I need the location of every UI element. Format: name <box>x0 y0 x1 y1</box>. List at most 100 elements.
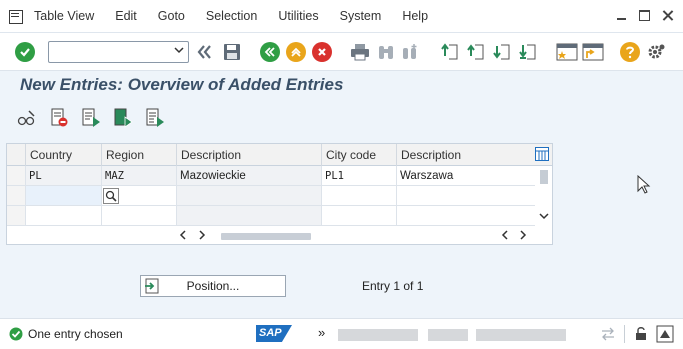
table-row <box>7 186 535 206</box>
collapse-button[interactable] <box>193 41 215 63</box>
display-change-button[interactable] <box>17 108 37 128</box>
select-all-button[interactable] <box>81 108 101 128</box>
save-button[interactable] <box>221 41 243 63</box>
row-selector[interactable] <box>7 186 25 206</box>
cell-city-description[interactable] <box>396 186 535 206</box>
position-button[interactable]: Position... <box>140 275 286 297</box>
app-menu-icon[interactable] <box>9 9 23 24</box>
table-row <box>7 206 535 226</box>
menu-edit[interactable]: Edit <box>115 9 137 23</box>
table-settings-icon[interactable] <box>535 147 551 163</box>
status-details-icon[interactable] <box>656 325 674 346</box>
next-page-button[interactable] <box>491 41 513 63</box>
find-next-button[interactable] <box>399 41 421 63</box>
find-button[interactable] <box>375 41 397 63</box>
deselect-all-icon <box>146 108 164 127</box>
customize-layout-button[interactable] <box>645 41 667 63</box>
window-controls <box>616 10 673 21</box>
delete-row-icon <box>51 108 68 127</box>
page-title: New Entries: Overview of Added Entries <box>20 75 344 94</box>
create-session-button[interactable] <box>556 41 578 63</box>
help-icon <box>620 42 640 62</box>
first-page-icon <box>441 43 458 60</box>
help-button[interactable] <box>619 41 641 63</box>
cell-region[interactable] <box>101 186 176 206</box>
sap-logo: SAP <box>256 325 292 342</box>
cell-city-code[interactable] <box>321 186 396 206</box>
success-icon <box>9 327 23 341</box>
last-page-button[interactable] <box>517 41 539 63</box>
status-message[interactable]: One entry chosen <box>28 327 123 341</box>
checkmark-icon <box>15 42 35 62</box>
scroll-thumb[interactable] <box>221 233 311 240</box>
print-button[interactable] <box>349 41 371 63</box>
exit-button[interactable] <box>285 41 307 63</box>
cell-country[interactable]: PL <box>25 166 101 186</box>
scroll-left-icon[interactable] <box>179 230 187 243</box>
menu-help[interactable]: Help <box>402 9 428 23</box>
generate-shortcut-button[interactable] <box>582 41 604 63</box>
column-header-description[interactable]: Description <box>176 144 321 166</box>
cell-city-description[interactable] <box>396 206 535 226</box>
cell-region[interactable]: MAZ <box>101 166 176 186</box>
select-block-icon <box>114 108 133 128</box>
cell-city-code[interactable]: PL1 <box>321 166 396 186</box>
row-selector[interactable] <box>7 206 25 226</box>
search-icon <box>105 190 117 202</box>
enter-button[interactable] <box>14 41 36 63</box>
command-field[interactable] <box>48 41 189 63</box>
binoculars-icon <box>379 46 393 59</box>
scroll-thumb[interactable] <box>540 170 548 184</box>
column-header-city-code[interactable]: City code <box>321 144 396 166</box>
scroll-right-icon[interactable] <box>519 230 527 243</box>
last-page-icon <box>519 44 536 60</box>
maximize-icon[interactable] <box>639 10 650 21</box>
select-all-rows[interactable] <box>7 144 25 166</box>
vertical-scrollbar[interactable] <box>537 167 551 225</box>
floppy-disk-icon <box>224 44 240 60</box>
value-help-button[interactable] <box>103 188 119 204</box>
standard-toolbar <box>0 33 683 71</box>
previous-page-button[interactable] <box>465 41 487 63</box>
column-header-city-description[interactable]: Description <box>396 144 535 166</box>
cell-city-description[interactable]: Warszawa <box>396 166 535 186</box>
minimize-icon[interactable] <box>616 10 627 21</box>
application-toolbar <box>0 104 683 132</box>
column-header-country[interactable]: Country <box>25 144 101 166</box>
cell-country[interactable] <box>25 186 101 206</box>
menu-table-view[interactable]: Table View <box>34 9 94 23</box>
cell-city-code[interactable] <box>321 206 396 226</box>
menu-goto[interactable]: Goto <box>158 9 185 23</box>
first-page-button[interactable] <box>439 41 461 63</box>
binoculars-plus-icon <box>403 44 417 59</box>
cell-region[interactable] <box>101 206 176 226</box>
cancel-button[interactable] <box>311 41 333 63</box>
scroll-left-icon[interactable] <box>501 230 509 243</box>
menu-utilities[interactable]: Utilities <box>278 9 318 23</box>
menu-selection[interactable]: Selection <box>206 9 257 23</box>
chevron-down-icon[interactable] <box>174 45 184 58</box>
select-block-button[interactable] <box>113 108 133 128</box>
delete-entry-button[interactable] <box>50 108 70 128</box>
back-button[interactable] <box>259 41 281 63</box>
transfer-icon <box>600 327 616 344</box>
column-header-region[interactable]: Region <box>101 144 176 166</box>
scroll-down-icon[interactable] <box>539 211 549 223</box>
back-icon <box>260 42 280 62</box>
table-header: Country Region Description City code Des… <box>7 144 552 166</box>
scroll-right-icon[interactable] <box>198 230 206 243</box>
table-row: PL MAZ Mazowieckie PL1 Warszawa <box>7 166 535 186</box>
position-icon <box>144 278 160 294</box>
mouse-cursor-icon <box>637 174 651 198</box>
glasses-pencil-icon <box>17 110 35 126</box>
close-icon[interactable] <box>662 10 673 21</box>
horizontal-scrollbar[interactable] <box>7 227 552 244</box>
row-selector[interactable] <box>7 166 25 186</box>
deselect-all-button[interactable] <box>145 108 165 128</box>
system-info-blurred <box>338 329 418 341</box>
cell-country[interactable] <box>25 206 101 226</box>
expand-status-button[interactable]: » <box>318 325 325 340</box>
menu-system[interactable]: System <box>340 9 382 23</box>
cell-region-description <box>176 186 321 206</box>
divider <box>624 325 625 343</box>
